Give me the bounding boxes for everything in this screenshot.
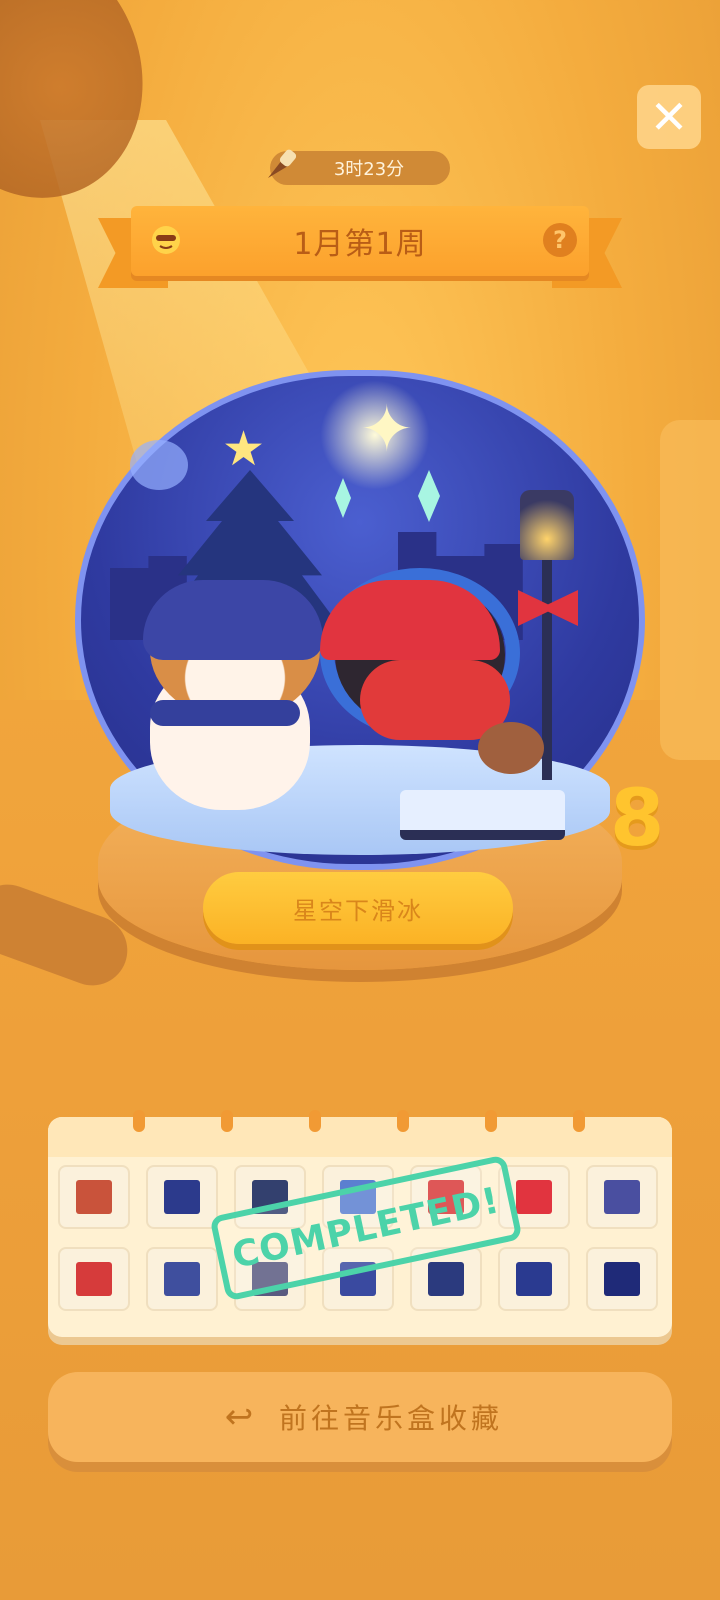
tree-star-icon: ★ (222, 421, 266, 477)
sun-face-icon (152, 226, 180, 254)
bench (400, 790, 565, 840)
return-arrow-icon: ↩ (224, 1397, 254, 1437)
globe-name-plate: 星空下滑冰 (203, 872, 513, 944)
black-cat-cap-icon (76, 1262, 112, 1296)
dog-scarf (150, 700, 300, 726)
street-lamp (520, 490, 574, 560)
board-peg (397, 1110, 409, 1132)
globe-shine (130, 440, 188, 490)
robin-santa-icon (76, 1180, 112, 1214)
night-sky-icon (604, 1262, 640, 1296)
board-peg (221, 1110, 233, 1132)
board-peg (309, 1110, 321, 1132)
collection-item-city-skyline[interactable] (146, 1165, 218, 1229)
board-peg (485, 1110, 497, 1132)
button-label: 前往音乐盒收藏 (278, 1402, 503, 1435)
sparkle-star-icon: ✦ (360, 393, 414, 467)
collection-item-night-sky[interactable] (586, 1247, 658, 1311)
red-bow-icon (516, 1180, 552, 1214)
blue-hat-icon (516, 1262, 552, 1296)
jar-decoration (660, 420, 720, 760)
collection-item-robin-santa[interactable] (58, 1165, 130, 1229)
collection-item-blue-hat[interactable] (498, 1247, 570, 1311)
collection-item-black-cat-cap[interactable] (58, 1247, 130, 1311)
board-peg (133, 1110, 145, 1132)
frame-icon (604, 1180, 640, 1214)
bird-character (478, 722, 544, 774)
level-number: 8 (610, 774, 665, 864)
timer-text: 3时23分 (333, 159, 405, 180)
collection-item-frame[interactable] (586, 1165, 658, 1229)
go-to-music-box-collection-button[interactable]: ↩ 前往音乐盒收藏 (48, 1372, 672, 1462)
bench-icon (164, 1262, 200, 1296)
close-button[interactable] (637, 85, 701, 149)
paintbrush-icon (268, 149, 297, 178)
city-skyline-icon (164, 1180, 200, 1214)
week-title: 1月第1周 (293, 227, 427, 262)
dog-beanie (143, 580, 323, 660)
board-peg (573, 1110, 585, 1132)
pine-tree-icon (428, 1262, 464, 1296)
help-icon[interactable]: ? (543, 223, 577, 257)
collection-item-bench[interactable] (146, 1247, 218, 1311)
